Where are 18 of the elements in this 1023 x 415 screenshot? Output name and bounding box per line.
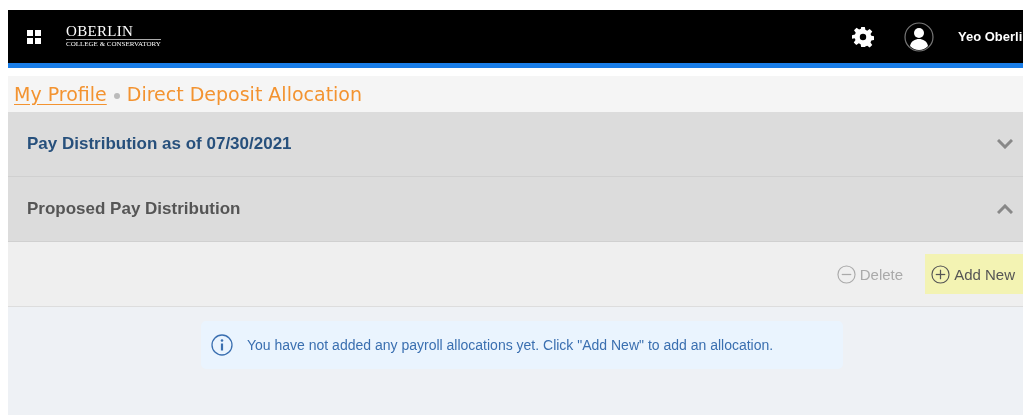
accordion-header[interactable]: Proposed Pay Distribution <box>8 177 1023 242</box>
page-title: Direct Deposit Allocation <box>126 83 363 105</box>
user-name[interactable]: Yeo Oberli <box>958 29 1023 44</box>
notice-text: You have not added any payroll allocations yet. Click "Add New" to add an allocation. <box>247 337 774 353</box>
logo-title: OBERLIN <box>66 24 161 40</box>
chevron-down-icon[interactable] <box>997 139 1013 149</box>
accordion-header[interactable]: Pay Distribution as of 07/30/2021 <box>8 112 1023 177</box>
app-grid-icon[interactable] <box>27 29 41 44</box>
add-new-button[interactable]: Add New <box>925 254 1023 294</box>
section-title: Pay Distribution as of 07/30/2021 <box>27 134 292 154</box>
plus-circle-icon <box>931 264 951 284</box>
user-avatar-icon[interactable] <box>904 21 934 52</box>
section-title: Proposed Pay Distribution <box>27 199 241 219</box>
separator-dot <box>113 93 120 99</box>
settings-icon[interactable] <box>852 25 874 48</box>
chevron-up-icon[interactable] <box>997 204 1013 214</box>
info-icon <box>211 334 233 356</box>
minus-circle-icon <box>836 264 856 284</box>
